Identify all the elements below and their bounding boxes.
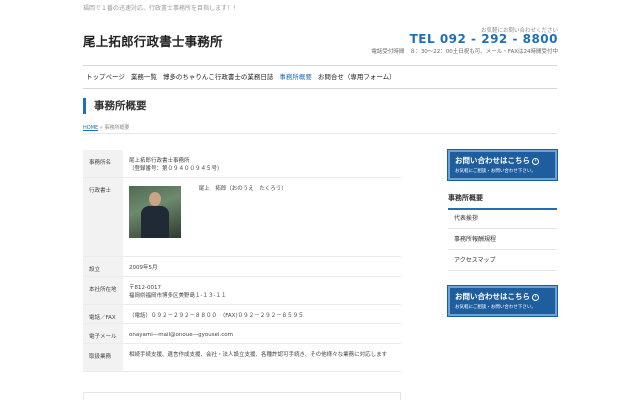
row-label: 取扱業務	[83, 344, 123, 371]
breadcrumb: HOME » 事務所概要	[83, 124, 129, 131]
site-title[interactable]: 尾上拓郎行政書士事務所	[83, 31, 223, 50]
content-box	[83, 392, 401, 400]
nav-item-contact[interactable]: お問合せ（専用フォーム）	[315, 66, 399, 88]
circle-arrow-icon: ›	[532, 158, 539, 165]
sidebar-item-greeting[interactable]: 代表挨拶	[448, 208, 557, 229]
row-value: 相続手続支援、遺言作成支援、会社・法人設立支援、各種許認可手続き、その他様々な業…	[129, 352, 388, 358]
nav-item-blog[interactable]: 博多のちゃりんこ行政書士の業務日誌	[160, 66, 277, 88]
breadcrumb-separator: »	[99, 125, 103, 131]
table-row: 本社所在地 〒812-0017 福岡県福岡市博多区美野島１-１３-１１	[83, 277, 401, 305]
postal-code: 〒812-0017	[129, 285, 161, 291]
sidebar-item-fees[interactable]: 事務所報酬規程	[448, 229, 557, 250]
row-label: 設立	[83, 257, 123, 276]
row-label: 電子メール	[83, 324, 123, 343]
sidebar-menu: 代表挨拶 事務所報酬規程 アクセスマップ	[448, 208, 557, 271]
table-row: 取扱業務 相続手続支援、遺言作成支援、会社・法人設立支援、各種許認可手続き、その…	[83, 344, 401, 372]
representative-photo	[129, 186, 181, 238]
breadcrumb-home[interactable]: HOME	[83, 125, 98, 131]
table-row: 電話／FAX （電話）０９２－２９２－８８００ （FAX)０９２－２９２－８５９…	[83, 305, 401, 324]
representative-name: 尾上 拓郎（おのうえ たくろう）	[198, 186, 287, 192]
circle-arrow-icon: ›	[532, 294, 539, 301]
row-label: 本社所在地	[83, 277, 123, 304]
phone-number[interactable]: TEL 092 - 292 - 8800	[410, 32, 558, 46]
banner-title: お問い合わせはこちら	[455, 292, 530, 301]
global-nav: トップページ 業務一覧 博多のちゃりんこ行政書士の業務日誌 事務所概要 お問合せ…	[83, 65, 557, 89]
contact-banner[interactable]: お問い合わせはこちら › お気軽にご相談・お問い合わせ下さい。	[448, 286, 557, 316]
email-value[interactable]: onayami—mail@onoue—gyousei.com	[123, 324, 401, 343]
table-row: 行政書士 尾上 拓郎（おのうえ たくろう）	[83, 178, 401, 257]
nav-item-top[interactable]: トップページ	[83, 66, 128, 88]
office-info-table: 事務所名 尾上拓郎行政書士事務所 （登録番号：第０９４００９４５号） 行政書士 …	[83, 150, 401, 372]
row-value: （電話）０９２－２９２－８８００ （FAX)０９２－２９２－８５９５	[129, 313, 304, 319]
row-value: 2009年5月	[129, 265, 158, 271]
banner-title: お問い合わせはこちら	[455, 156, 530, 165]
table-row: 事務所名 尾上拓郎行政書士事務所 （登録番号：第０９４００９４５号）	[83, 150, 401, 178]
table-row: 設立 2009年5月	[83, 257, 401, 277]
site-tagline: 福岡で１番の迅速対応、行政書士事務所を目指します！！	[83, 5, 240, 12]
row-label: 行政書士	[83, 178, 123, 256]
registration-number: （登録番号：第０９４００９４５号）	[129, 165, 223, 172]
row-value: 尾上 拓郎（おのうえ たくろう）	[123, 178, 401, 256]
divider	[83, 133, 557, 134]
breadcrumb-current: 事務所概要	[104, 125, 130, 131]
nav-item-services[interactable]: 業務一覧	[128, 66, 160, 88]
sidebar-item-access[interactable]: アクセスマップ	[448, 250, 557, 271]
table-row: 電子メール onayami—mail@onoue—gyousei.com	[83, 324, 401, 344]
office-name: 尾上拓郎行政書士事務所	[129, 158, 190, 164]
page-title: 事務所概要	[83, 98, 147, 114]
business-hours: 電話受付時間 ８：30〜22：00土日祝も可、メール・FAXは24時間受付中	[371, 49, 558, 55]
row-value: 〒812-0017 福岡県福岡市博多区美野島１-１３-１１	[123, 277, 401, 304]
contact-banner[interactable]: お問い合わせはこちら › お気軽にご相談・お問い合わせ下さい。	[448, 150, 557, 180]
row-label: 事務所名	[83, 150, 123, 177]
banner-subtitle: お気軽にご相談・お問い合わせ下さい。	[455, 169, 536, 174]
nav-item-office[interactable]: 事務所概要	[276, 66, 315, 88]
address: 福岡県福岡市博多区美野島１-１３-１１	[129, 292, 227, 299]
banner-subtitle: お気軽にご相談・お問い合わせ下さい。	[455, 305, 536, 310]
row-value: 尾上拓郎行政書士事務所 （登録番号：第０９４００９４５号）	[123, 150, 401, 177]
row-label: 電話／FAX	[83, 305, 123, 323]
